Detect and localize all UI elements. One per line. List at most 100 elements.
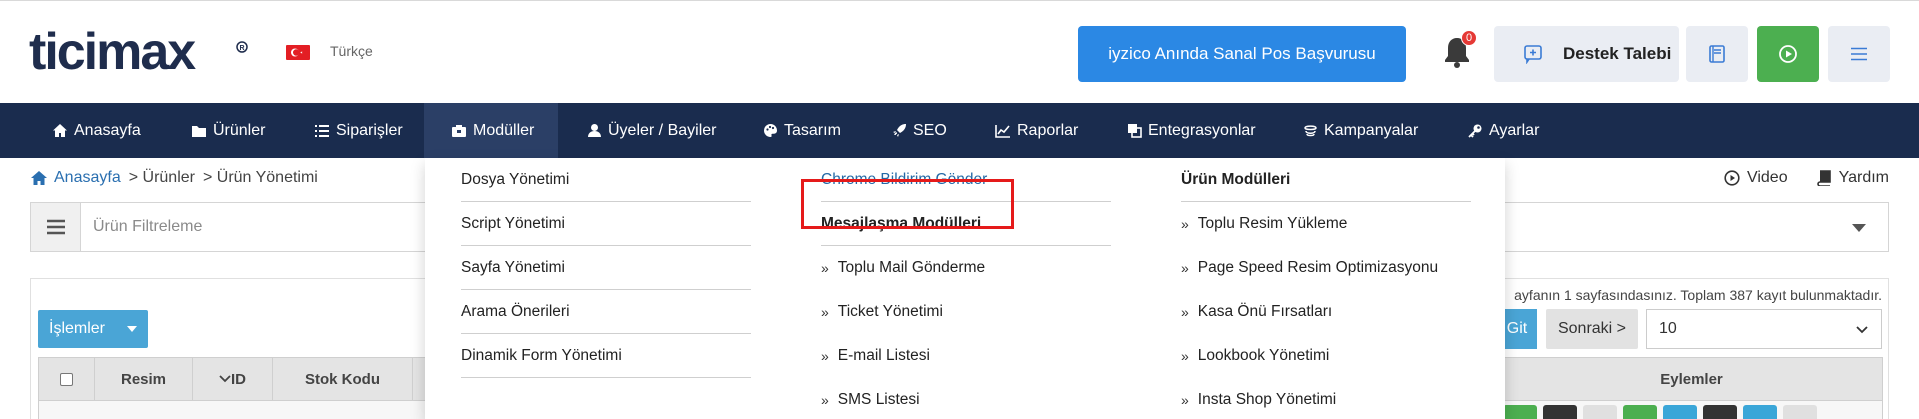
iyzico-pos-button[interactable]: iyzico Anında Sanal Pos Başvurusu bbox=[1078, 26, 1406, 82]
nav-raporlar[interactable]: Raporlar bbox=[995, 103, 1078, 158]
nav-label: Raporlar bbox=[1017, 121, 1079, 139]
video-label: Video bbox=[1746, 169, 1788, 186]
filter-toggle[interactable] bbox=[31, 203, 81, 251]
video-link[interactable]: Video bbox=[1724, 169, 1788, 187]
user-icon bbox=[588, 124, 601, 137]
breadcrumb: Anasayfa > Ürünler > Ürün Yönetimi bbox=[30, 169, 318, 187]
caret-down-icon[interactable] bbox=[1852, 224, 1866, 232]
breadcrumb-home[interactable]: Anasayfa bbox=[54, 169, 121, 187]
list-icon bbox=[315, 124, 329, 137]
menu-item-sms-listesi[interactable]: » SMS Listesi bbox=[821, 378, 1111, 419]
menu-item-dinamik-form[interactable]: Dinamik Form Yönetimi bbox=[461, 334, 751, 378]
actions-label: İşlemler bbox=[49, 320, 106, 337]
menu-item-kasa-onu[interactable]: » Kasa Önü Fırsatları bbox=[1181, 290, 1471, 334]
nav-seo[interactable]: SEO bbox=[892, 103, 947, 158]
angle-double-right-icon: » bbox=[1181, 304, 1189, 320]
column-header-image[interactable]: Resim bbox=[95, 358, 193, 400]
edit-icon[interactable] bbox=[1543, 405, 1577, 419]
bars-icon bbox=[46, 219, 65, 235]
nav-moduller[interactable]: Modüller bbox=[424, 103, 558, 158]
svg-text:R: R bbox=[240, 45, 245, 52]
page-size-select[interactable]: 10 bbox=[1646, 309, 1882, 349]
view-icon[interactable] bbox=[1503, 405, 1537, 419]
folder-icon bbox=[192, 125, 206, 137]
menu-item-label: Insta Shop Yönetimi bbox=[1197, 391, 1337, 408]
help-label: Yardım bbox=[1838, 169, 1889, 186]
home-icon bbox=[53, 124, 67, 137]
support-request-button[interactable]: Destek Talebi bbox=[1494, 26, 1679, 82]
menu-item-email-listesi[interactable]: » E-mail Listesi bbox=[821, 334, 1111, 378]
camera-icon[interactable] bbox=[1703, 405, 1737, 419]
menu-item-toplu-mail[interactable]: » Toplu Mail Gönderme bbox=[821, 246, 1111, 290]
angle-double-right-icon: » bbox=[821, 348, 829, 364]
menu-item-page-speed[interactable]: » Page Speed Resim Optimizasyonu bbox=[1181, 246, 1471, 290]
menu-item-insta-shop[interactable]: » Insta Shop Yönetimi bbox=[1181, 378, 1471, 419]
support-label: Destek Talebi bbox=[1563, 44, 1672, 63]
nav-tasarim[interactable]: Tasarım bbox=[763, 103, 841, 158]
menu-item-dosya-yonetimi[interactable]: Dosya Yönetimi bbox=[461, 158, 751, 202]
nav-label: Ayarlar bbox=[1489, 121, 1540, 139]
breadcrumb-urunler[interactable]: > Ürünler bbox=[129, 169, 195, 187]
nav-label: Modüller bbox=[473, 121, 535, 139]
turkey-flag-icon[interactable] bbox=[286, 45, 310, 60]
nav-entegrasyonlar[interactable]: Entegrasyonlar bbox=[1127, 103, 1256, 158]
angle-double-right-icon: » bbox=[1181, 260, 1189, 276]
campaign-icon bbox=[1304, 125, 1317, 137]
main-navbar: Anasayfa Ürünler Siparişler Modüller Üye… bbox=[0, 103, 1919, 158]
monitor-icon[interactable] bbox=[1663, 405, 1697, 419]
menu-item-label: E-mail Listesi bbox=[837, 347, 930, 364]
hamburger-menu-button[interactable] bbox=[1828, 26, 1890, 82]
play-circle-icon bbox=[1724, 170, 1740, 186]
menu-item-label: Toplu Mail Gönderme bbox=[837, 259, 986, 276]
menu-item-lookbook[interactable]: » Lookbook Yönetimi bbox=[1181, 334, 1471, 378]
top-header: ticimax R Türkçe iyzico Anında Sanal Pos… bbox=[0, 0, 1919, 103]
nav-uyeler-bayiler[interactable]: Üyeler / Bayiler bbox=[587, 103, 716, 158]
row-action-icons bbox=[1503, 405, 1823, 419]
column-header-id[interactable]: ID bbox=[193, 358, 273, 400]
nav-ayarlar[interactable]: Ayarlar bbox=[1468, 103, 1539, 158]
menu-item-toplu-resim[interactable]: » Toplu Resim Yükleme bbox=[1181, 202, 1471, 246]
help-links: Video Yardım bbox=[1696, 169, 1889, 187]
menu-item-label: Toplu Resim Yükleme bbox=[1197, 215, 1348, 232]
menu-item-ticket[interactable]: » Ticket Yönetimi bbox=[821, 290, 1111, 334]
menu-item-sayfa-yonetimi[interactable]: Sayfa Yönetimi bbox=[461, 246, 751, 290]
sort-down-icon bbox=[219, 375, 231, 383]
pencil-icon[interactable] bbox=[1583, 405, 1617, 419]
nav-urunler[interactable]: Ürünler bbox=[191, 103, 265, 158]
next-page-button[interactable]: Sonraki > bbox=[1546, 309, 1638, 349]
nav-anasayfa[interactable]: Anasayfa bbox=[52, 103, 141, 158]
book-icon bbox=[1816, 170, 1831, 186]
actions-dropdown-button[interactable]: İşlemler bbox=[38, 310, 148, 348]
nav-siparisler[interactable]: Siparişler bbox=[314, 103, 403, 158]
language-label[interactable]: Türkçe bbox=[330, 43, 373, 59]
clone-icon bbox=[1128, 124, 1142, 138]
home-icon[interactable] bbox=[30, 170, 48, 186]
video-tour-button[interactable] bbox=[1757, 26, 1819, 82]
chart-icon bbox=[995, 124, 1010, 138]
filter-label: Ürün Filtreleme bbox=[93, 218, 203, 235]
column-header-actions: Eylemler bbox=[1660, 370, 1723, 388]
nav-label: Siparişler bbox=[336, 121, 403, 139]
menu-item-arama-onerileri[interactable]: Arama Önerileri bbox=[461, 290, 751, 334]
menu-item-script-yonetimi[interactable]: Script Yönetimi bbox=[461, 202, 751, 246]
select-all-checkbox[interactable] bbox=[60, 372, 73, 386]
nav-label: Ürünler bbox=[213, 121, 266, 139]
nav-label: Üyeler / Bayiler bbox=[608, 121, 717, 139]
breadcrumb-urun-yonetimi: > Ürün Yönetimi bbox=[202, 169, 318, 186]
book-icon bbox=[1709, 45, 1725, 63]
menu-item-label: Lookbook Yönetimi bbox=[1197, 347, 1330, 364]
column-header-stock-code[interactable]: Stok Kodu bbox=[273, 358, 413, 400]
palette-icon bbox=[764, 124, 778, 137]
ticimax-logo[interactable]: ticimax R bbox=[29, 23, 249, 81]
help-link[interactable]: Yardım bbox=[1816, 169, 1889, 187]
docs-button[interactable] bbox=[1686, 26, 1748, 82]
database-icon[interactable] bbox=[1743, 405, 1777, 419]
menu-column-product-modules: Ürün Modülleri » Toplu Resim Yükleme » Pag… bbox=[1181, 158, 1471, 419]
angle-double-right-icon: » bbox=[821, 304, 829, 320]
image-icon[interactable] bbox=[1623, 405, 1657, 419]
nav-kampanyalar[interactable]: Kampanyalar bbox=[1303, 103, 1418, 158]
highlight-annotation-box bbox=[801, 179, 1014, 229]
angle-double-right-icon: » bbox=[1181, 348, 1189, 364]
angle-double-right-icon: » bbox=[821, 392, 829, 408]
print-icon[interactable] bbox=[1783, 405, 1817, 419]
